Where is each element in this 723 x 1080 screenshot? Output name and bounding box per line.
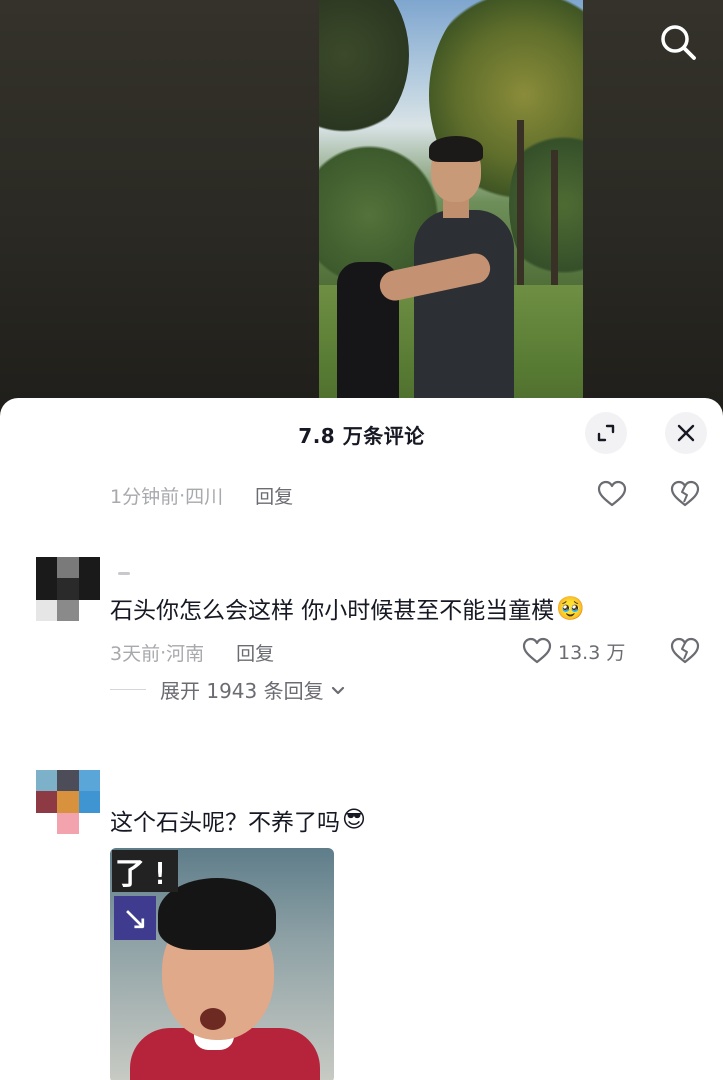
comment-sticker-image[interactable]: 了! ↘: [110, 848, 334, 1080]
comment-text[interactable]: 石头你怎么会这样 你小时候甚至不能当童模 🥹: [110, 591, 585, 625]
avatar-pixel: [36, 791, 58, 813]
avatar-pixel: [57, 812, 79, 834]
avatar-pixel: [78, 557, 100, 579]
expand-button[interactable]: [585, 412, 627, 454]
dislike-button[interactable]: [670, 480, 700, 512]
avatar-pixel: [57, 599, 79, 621]
expand-replies-label: 展开 1943 条回复: [160, 679, 324, 703]
sticker-caption: 了!: [112, 850, 178, 892]
broken-heart-icon: [670, 480, 700, 507]
expand-icon: [597, 424, 615, 442]
like-button[interactable]: 13.3 万: [522, 637, 625, 665]
search-icon: [661, 25, 696, 60]
arrow-down-right-icon: ↘: [114, 896, 156, 940]
person-torso: [414, 210, 514, 420]
dislike-button[interactable]: [670, 637, 700, 669]
comment-text[interactable]: 这个石头呢？不养了吗 😎: [110, 803, 366, 837]
avatar-pixel: [36, 599, 58, 621]
comments-header: 7.8 万条评论: [0, 398, 723, 470]
avatar-pixel: [57, 578, 79, 600]
avatar-pixel: [78, 770, 100, 792]
avatar-pixel: [78, 578, 100, 600]
search-button[interactable]: [656, 20, 700, 64]
comment-body: 这个石头呢？不养了吗: [110, 810, 340, 836]
avatar[interactable]: [36, 770, 100, 834]
tree-trunk: [517, 120, 524, 290]
emoji-sunglasses: 😎: [342, 807, 366, 833]
heart-icon: [522, 637, 552, 664]
avatar-pixel: [57, 770, 79, 792]
video-player[interactable]: [0, 0, 723, 420]
reply-button[interactable]: 回复: [236, 639, 274, 666]
person-hair: [429, 136, 483, 162]
comment-location: 四川: [185, 486, 224, 508]
sticker-mouth: [200, 1008, 226, 1030]
avatar-pixel: [78, 812, 100, 834]
comment-time: 1分钟前: [110, 486, 180, 508]
reply-button[interactable]: 回复: [255, 482, 293, 509]
close-button[interactable]: [665, 412, 707, 454]
close-icon: [677, 424, 695, 442]
like-button[interactable]: [597, 480, 627, 508]
avatar-pixel: [57, 791, 79, 813]
comment-time: 3天前: [110, 643, 161, 665]
tree: [319, 0, 409, 140]
username-placeholder: [118, 572, 130, 575]
video-frame[interactable]: [319, 0, 583, 420]
comment-location: 河南: [166, 643, 205, 665]
like-count: 13.3 万: [558, 641, 626, 664]
comment-meta: 3天前 · 河南 回复: [110, 639, 274, 666]
comments-sheet: 7.8 万条评论 1分钟前 · 四川 回复 石头你怎么会这样 你小时候甚至不能当…: [0, 398, 723, 1080]
avatar-pixel: [78, 791, 100, 813]
avatar-pixel: [78, 599, 100, 621]
emoji-pleading: 🥹: [556, 595, 585, 622]
avatar[interactable]: [36, 557, 100, 621]
comment-body: 石头你怎么会这样 你小时候甚至不能当童模: [110, 598, 555, 624]
divider-line: [110, 689, 146, 690]
avatar-pixel: [36, 770, 58, 792]
avatar-pixel: [36, 578, 58, 600]
broken-heart-icon: [670, 637, 700, 664]
comment-meta: 1分钟前 · 四川 回复: [110, 482, 293, 509]
tree-trunk: [551, 150, 558, 290]
avatar-pixel: [36, 557, 58, 579]
avatar-pixel: [57, 557, 79, 579]
expand-replies-button[interactable]: 展开 1943 条回复: [110, 675, 348, 704]
heart-icon: [597, 480, 627, 507]
chevron-down-icon: [331, 686, 344, 694]
avatar-pixel: [36, 812, 58, 834]
